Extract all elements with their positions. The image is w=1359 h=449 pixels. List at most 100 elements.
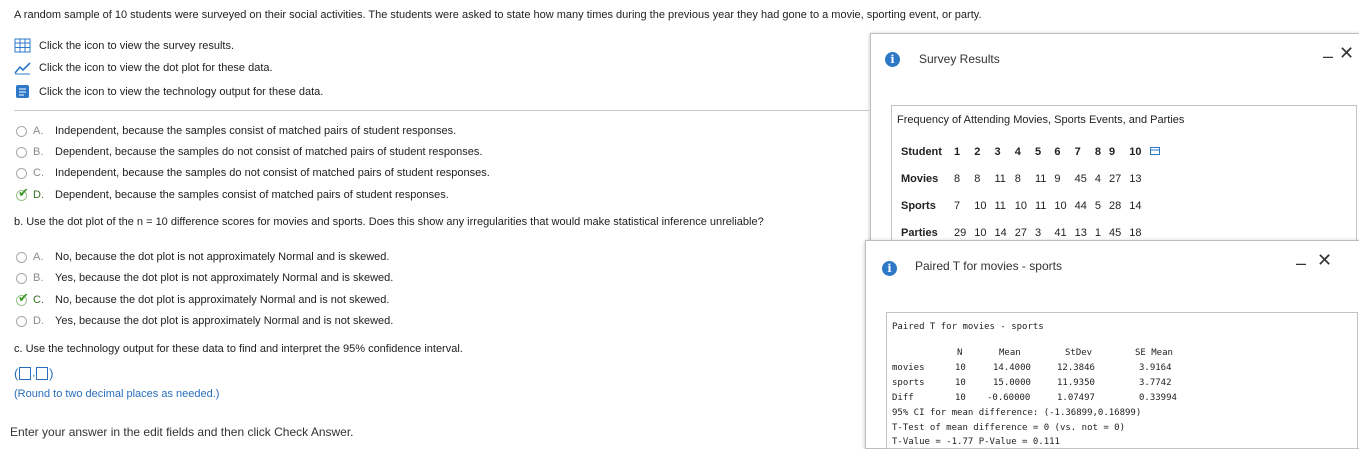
table-cell: 8 xyxy=(1014,172,1021,185)
table-cell: 7 xyxy=(1074,145,1081,158)
frequency-table-box: Frequency of Attending Movies, Sports Ev… xyxy=(891,105,1357,247)
document-icon[interactable] xyxy=(14,84,31,99)
table-title: Frequency of Attending Movies, Sports Ev… xyxy=(897,114,1185,126)
table-cell: 9 xyxy=(1054,172,1061,185)
copy-icon[interactable] xyxy=(1146,138,1164,165)
option-text[interactable]: Yes, because the dot plot is not approxi… xyxy=(55,272,393,284)
row-label: Diff xyxy=(892,393,914,403)
tech-output-link-text[interactable]: Click the icon to view the technology ou… xyxy=(39,86,323,98)
part-b-option-d[interactable]: D. Yes, because the dot plot is approxim… xyxy=(16,315,393,327)
table-cell: 8 xyxy=(953,172,961,185)
option-text[interactable]: Yes, because the dot plot is approximate… xyxy=(55,315,393,327)
table-cell: 7 xyxy=(953,199,961,212)
table-cell: 2 xyxy=(974,145,981,158)
radio-button[interactable] xyxy=(16,251,27,263)
radio-button[interactable] xyxy=(16,125,27,137)
row-mean: -0.60000 xyxy=(987,393,1031,403)
table-row: Sports 7 10 11 10 11 10 44 5 28 14 xyxy=(897,192,1164,219)
minimize-button[interactable]: – xyxy=(1323,46,1333,67)
table-cell: 4 xyxy=(1094,172,1101,185)
close-button[interactable]: ✕ xyxy=(1317,250,1332,271)
table-cell: 11 xyxy=(1034,172,1047,185)
part-b-option-b[interactable]: B. Yes, because the dot plot is not appr… xyxy=(16,272,393,284)
option-letter: B. xyxy=(33,146,44,158)
checkmark-radio-icon[interactable] xyxy=(16,185,29,201)
row-se: 0.33994 xyxy=(1139,393,1177,403)
option-letter: C. xyxy=(33,167,44,179)
row-label: Movies xyxy=(901,172,939,185)
checkmark-radio-icon[interactable] xyxy=(16,290,29,306)
option-text[interactable]: No, because the dot plot is not approxim… xyxy=(55,251,389,263)
option-text[interactable]: Independent, because the samples consist… xyxy=(55,125,456,137)
row-label: movies xyxy=(892,363,925,373)
radio-button[interactable] xyxy=(16,167,27,179)
option-letter: A. xyxy=(33,125,44,137)
part-a-option-b[interactable]: B. Dependent, because the samples do not… xyxy=(16,146,482,158)
table-cell: 10 xyxy=(974,199,987,212)
row-label: Student xyxy=(901,145,942,158)
part-b-option-a[interactable]: A. No, because the dot plot is not appro… xyxy=(16,251,389,263)
survey-results-window: i Survey Results – ✕ Frequency of Attend… xyxy=(870,33,1359,247)
table-row: Movies 8 8 11 8 11 9 45 4 27 13 xyxy=(897,165,1164,192)
table-cell: 10 xyxy=(1014,199,1027,212)
row-stdev: 1.07497 xyxy=(1057,393,1095,403)
table-cell: 45 xyxy=(1074,172,1087,185)
table-grid-icon[interactable] xyxy=(14,38,31,53)
part-c-question: c. Use the technology output for these d… xyxy=(14,343,463,355)
table-cell: 28 xyxy=(1109,199,1122,212)
table-cell: 8 xyxy=(1094,145,1101,158)
minimize-button[interactable]: – xyxy=(1296,253,1306,274)
row-stdev: 12.3846 xyxy=(1057,363,1095,373)
option-letter: D. xyxy=(33,189,44,201)
row-mean: 14.4000 xyxy=(993,363,1031,373)
table-cell: 13 xyxy=(1129,172,1142,185)
part-b-option-c[interactable]: C. No, because the dot plot is approxima… xyxy=(16,290,389,306)
survey-results-link[interactable]: Click the icon to view the survey result… xyxy=(14,38,234,53)
table-cell: 9 xyxy=(1109,145,1116,158)
ci-answer-field: ( , ) xyxy=(14,366,53,381)
line-chart-icon[interactable] xyxy=(14,60,31,75)
problem-intro: A random sample of 10 students were surv… xyxy=(14,9,982,21)
output-heading: Paired T for movies - sports xyxy=(892,322,1044,332)
row-label: Sports xyxy=(901,199,936,212)
paired-t-window: i Paired T for movies - sports – ✕ Paire… xyxy=(865,240,1359,449)
row-stdev: 11.9350 xyxy=(1057,378,1095,388)
option-text[interactable]: Dependent, because the samples do not co… xyxy=(55,146,482,158)
ci-upper-input[interactable] xyxy=(36,367,49,380)
radio-button[interactable] xyxy=(16,146,27,158)
window-title: Survey Results xyxy=(919,52,1000,66)
close-button[interactable]: ✕ xyxy=(1339,43,1354,64)
part-a-option-a[interactable]: A. Independent, because the samples cons… xyxy=(16,125,456,137)
dot-plot-link[interactable]: Click the icon to view the dot plot for … xyxy=(14,60,273,75)
window-title: Paired T for movies - sports xyxy=(915,259,1062,273)
radio-button[interactable] xyxy=(16,315,27,327)
info-icon: i xyxy=(885,52,900,67)
ci-line: 95% CI for mean difference: (-1.36899,0.… xyxy=(892,408,1142,418)
option-text[interactable]: Dependent, because the samples consist o… xyxy=(55,189,449,201)
open-paren: ( xyxy=(14,366,19,381)
part-a-option-c[interactable]: C. Independent, because the samples do n… xyxy=(16,167,490,179)
ci-lower-input[interactable] xyxy=(19,367,32,380)
tech-output-link[interactable]: Click the icon to view the technology ou… xyxy=(14,84,323,99)
dot-plot-link-text[interactable]: Click the icon to view the dot plot for … xyxy=(39,62,273,74)
table-cell: 10 xyxy=(1129,145,1142,158)
table-cell: 11 xyxy=(1034,199,1047,212)
row-se: 3.9164 xyxy=(1139,363,1172,373)
row-n: 10 xyxy=(955,378,966,388)
table-cell: 8 xyxy=(974,172,981,185)
table-cell: 5 xyxy=(1094,199,1101,212)
option-text[interactable]: Independent, because the samples do not … xyxy=(55,167,490,179)
row-se: 3.7742 xyxy=(1139,378,1172,388)
radio-button[interactable] xyxy=(16,272,27,284)
close-paren: ) xyxy=(49,366,54,381)
part-a-option-d[interactable]: D. Dependent, because the samples consis… xyxy=(16,185,449,201)
row-label: sports xyxy=(892,378,925,388)
column-header-n: N xyxy=(957,348,963,358)
option-text[interactable]: No, because the dot plot is approximatel… xyxy=(55,294,389,306)
tech-output-box: Paired T for movies - sports N Mean StDe… xyxy=(886,312,1358,449)
comma: , xyxy=(32,368,36,379)
part-b-question: b. Use the dot plot of the n = 10 differ… xyxy=(14,216,764,228)
option-letter: C. xyxy=(33,294,44,306)
survey-results-link-text[interactable]: Click the icon to view the survey result… xyxy=(39,40,234,52)
tvalue-line: T-Value = -1.77 P-Value = 0.111 xyxy=(892,437,1060,447)
